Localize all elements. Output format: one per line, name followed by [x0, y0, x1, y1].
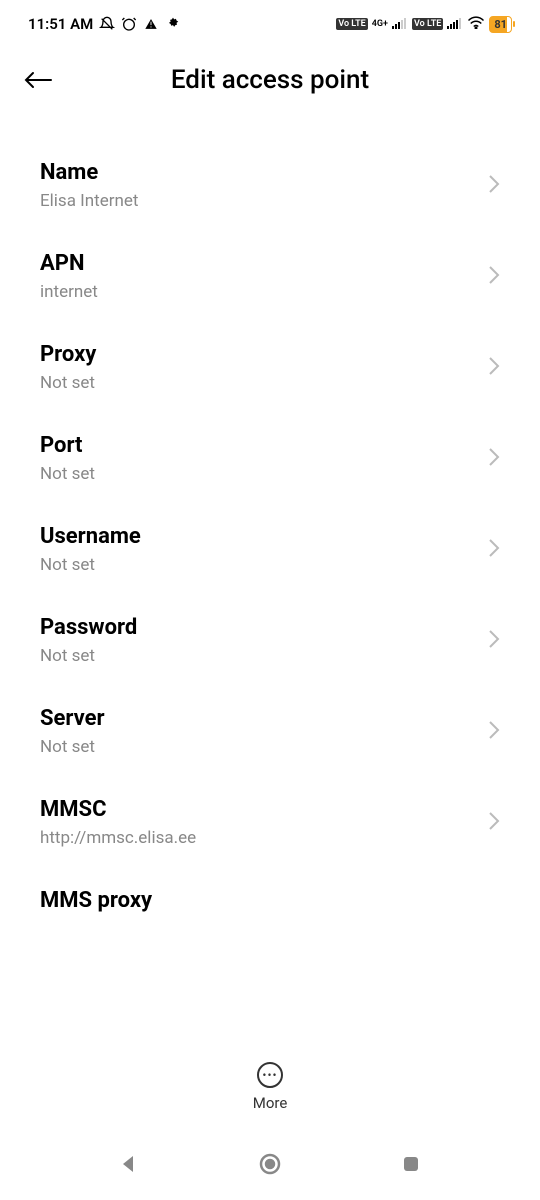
row-label: Password — [40, 615, 476, 640]
row-server[interactable]: Server Not set — [0, 686, 540, 777]
row-value: Not set — [40, 555, 476, 575]
bottom-actions: ••• More — [0, 1050, 540, 1122]
row-label: MMS proxy — [40, 888, 500, 913]
row-username[interactable]: Username Not set — [0, 504, 540, 595]
row-value: http://mmsc.elisa.ee — [40, 828, 476, 848]
chevron-right-icon — [488, 809, 500, 837]
battery-indicator: 81 — [489, 16, 512, 33]
row-label: APN — [40, 251, 476, 276]
row-value: Not set — [40, 464, 476, 484]
chevron-right-icon — [488, 445, 500, 473]
signal-icon-1 — [392, 15, 408, 33]
more-label: More — [253, 1094, 288, 1112]
volte-badge-2: Vo LTE — [412, 18, 443, 30]
alarm-icon — [121, 16, 137, 32]
signal-icon-2 — [447, 15, 463, 33]
system-nav-bar — [0, 1132, 540, 1200]
row-label: Server — [40, 706, 476, 731]
volte-badge-1: Vo LTE — [336, 18, 367, 30]
back-button[interactable] — [18, 60, 58, 100]
chevron-right-icon — [488, 718, 500, 746]
row-name[interactable]: Name Elisa Internet — [0, 140, 540, 231]
row-label: Port — [40, 433, 476, 458]
row-mms-proxy[interactable]: MMS proxy — [0, 868, 540, 919]
status-bar: 11:51 AM Vo LTE 4G+ Vo LTE 81 — [0, 0, 540, 40]
nav-recent-icon[interactable] — [401, 1154, 421, 1178]
row-mmsc[interactable]: MMSC http://mmsc.elisa.ee — [0, 777, 540, 868]
row-label: Name — [40, 160, 476, 185]
row-value: Not set — [40, 373, 476, 393]
row-port[interactable]: Port Not set — [0, 413, 540, 504]
chevron-right-icon — [488, 536, 500, 564]
status-left: 11:51 AM — [28, 15, 181, 33]
row-proxy[interactable]: Proxy Not set — [0, 322, 540, 413]
mute-icon — [99, 16, 115, 32]
more-button[interactable]: ••• More — [253, 1062, 288, 1112]
settings-list: Name Elisa Internet APN internet Proxy N… — [0, 120, 540, 919]
chevron-right-icon — [488, 354, 500, 382]
row-label: MMSC — [40, 797, 476, 822]
row-value: Elisa Internet — [40, 191, 476, 211]
chevron-right-icon — [488, 627, 500, 655]
row-value: Not set — [40, 646, 476, 666]
status-right: Vo LTE 4G+ Vo LTE 81 — [336, 15, 512, 33]
network-type: 4G+ — [372, 19, 388, 29]
header: Edit access point — [0, 40, 540, 120]
wifi-icon — [467, 15, 485, 33]
page-title: Edit access point — [0, 65, 540, 95]
nav-back-icon[interactable] — [119, 1154, 139, 1178]
row-apn[interactable]: APN internet — [0, 231, 540, 322]
chevron-right-icon — [488, 172, 500, 200]
nav-home-icon[interactable] — [258, 1152, 282, 1180]
status-time: 11:51 AM — [28, 15, 93, 33]
row-value: Not set — [40, 737, 476, 757]
chevron-right-icon — [488, 263, 500, 291]
row-label: Proxy — [40, 342, 476, 367]
row-value: internet — [40, 282, 476, 302]
row-password[interactable]: Password Not set — [0, 595, 540, 686]
gear-icon — [165, 16, 181, 32]
warning-icon — [143, 16, 159, 32]
more-icon: ••• — [257, 1062, 283, 1088]
row-label: Username — [40, 524, 476, 549]
